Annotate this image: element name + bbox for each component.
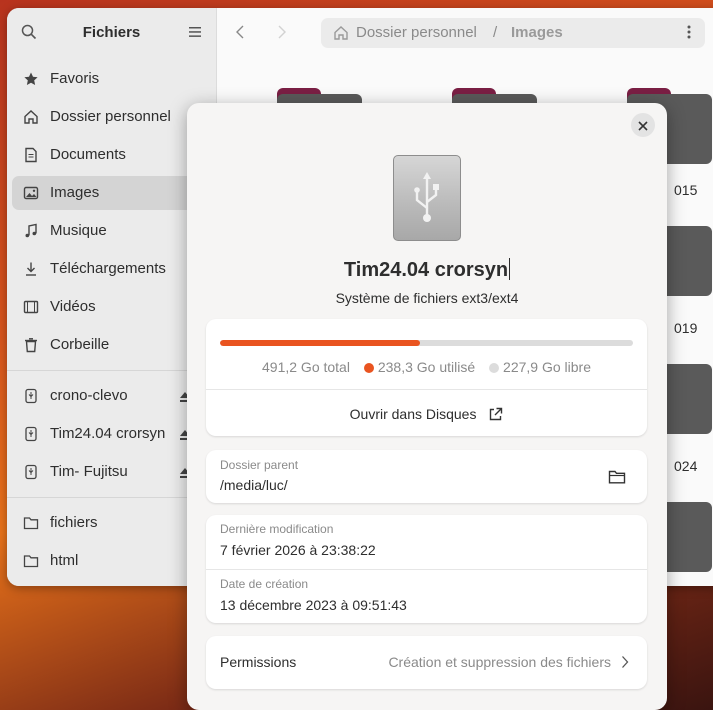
sidebar-title: Fichiers [82,24,141,41]
sidebar-item-label: Tim- Fujitsu [50,463,128,480]
sidebar-item-telechargements[interactable]: Téléchargements [12,252,202,286]
usage-legend: 491,2 Go total 238,3 Go utilisé 227,9 Go… [206,359,647,375]
usage-bar [220,340,633,346]
sidebar-item-label: Documents [50,146,126,163]
parent-folder-label: Dossier parent [220,458,299,472]
sidebar-item-label: crono-clevo [50,387,128,404]
usage-total: 491,2 Go total [262,359,350,375]
folder-icon [23,517,39,530]
sidebar-item-label: Téléchargements [50,260,166,277]
usage-free-entry: 227,9 Go libre [489,359,591,375]
sidebar-item-tim-fujitsu[interactable]: Tim- Fujitsu [12,455,202,489]
sidebar-item-dossier-personnel[interactable]: Dossier personnel [12,100,202,134]
text-cursor [509,258,511,280]
trash-icon [25,338,37,353]
parent-folder-value: /media/luc/ [220,477,288,493]
path-segment-home[interactable]: Dossier personnel [356,24,477,41]
folder-label: 019 [674,320,698,336]
sidebar: Fichiers Favoris Dossier personnel Docum… [7,8,217,586]
sidebar-item-label: Corbeille [50,336,110,353]
parent-folder-card[interactable]: Dossier parent /media/luc/ [206,450,647,503]
sidebar-item-images[interactable]: Images [12,176,202,210]
download-icon [26,262,36,276]
sidebar-item-html[interactable]: html [12,544,202,578]
usage-card: 491,2 Go total 238,3 Go utilisé 227,9 Go… [206,319,647,436]
sidebar-item-fichiers[interactable]: fichiers [12,506,202,540]
sidebar-divider [7,370,216,371]
sidebar-item-label: Vidéos [50,298,96,315]
free-dot-icon [489,363,500,373]
open-folder-icon[interactable] [608,469,626,485]
home-icon [24,110,38,124]
sidebar-item-documents[interactable]: Documents [12,138,202,172]
usb-drive-icon [25,426,37,442]
sidebar-item-musique[interactable]: Musique [12,214,202,248]
sidebar-divider [7,497,216,498]
sidebar-item-label: Images [50,184,100,201]
back-arrow-icon[interactable] [233,24,247,40]
sidebar-item-label: Tim24.04 crorsyn [50,425,166,442]
sidebar-item-label: Dossier personnel [50,108,171,125]
card-divider [206,569,647,570]
permissions-row[interactable]: Permissions Création et suppression des … [206,636,647,689]
usb-drive-icon [25,388,37,404]
usage-used: 238,3 Go utilisé [377,359,476,375]
usage-free: 227,9 Go libre [503,359,591,375]
chevron-right-icon [622,656,629,668]
document-icon [25,147,37,163]
video-icon [23,300,39,314]
folder-icon [23,555,39,568]
sidebar-item-label: Musique [50,222,107,239]
usage-bar-fill [220,340,421,346]
sidebar-header: Fichiers [7,8,216,58]
dates-card: Dernière modification 7 février 2026 à 2… [206,515,647,623]
star-icon [24,72,38,85]
volume-name-field[interactable]: Tim24.04 crorsyn [187,258,667,282]
music-icon [25,223,37,238]
sidebar-item-crono-clevo[interactable]: crono-clevo [12,379,202,413]
more-options-icon[interactable] [687,24,691,40]
sidebar-item-label: fichiers [50,514,98,531]
permissions-label: Permissions [220,654,297,670]
sidebar-item-videos[interactable]: Vidéos [12,290,202,324]
hamburger-menu-icon[interactable] [188,25,202,39]
sidebar-item-corbeille[interactable]: Corbeille [12,328,202,362]
used-dot-icon [363,363,374,373]
usage-used-entry: 238,3 Go utilisé [363,359,476,375]
modified-value: 7 février 2026 à 23:38:22 [220,542,376,558]
filesystem-type: Système de fichiers ext3/ext4 [335,290,519,306]
sidebar-item-label: html [50,552,79,569]
open-in-disks-button[interactable]: Ouvrir dans Disques [206,406,647,422]
modified-label: Dernière modification [220,522,334,536]
created-value: 13 décembre 2023 à 09:51:43 [220,597,407,613]
close-button[interactable] [631,113,655,137]
sidebar-item-label: Favoris [50,70,100,87]
close-icon [638,121,648,131]
created-label: Date de création [220,577,309,591]
sidebar-item-tim2404-crorsyn[interactable]: Tim24.04 crorsyn [12,417,202,451]
volume-name-text: Tim24.04 crorsyn [343,259,509,281]
usb-drive-icon [25,464,37,480]
folder-label: 024 [674,458,698,474]
image-icon [23,186,39,200]
card-divider [206,389,647,390]
home-icon [334,26,348,40]
sidebar-item-favoris[interactable]: Favoris [12,62,202,96]
forward-arrow-icon[interactable] [275,24,289,40]
path-separator: / [493,24,498,41]
open-in-disks-label: Ouvrir dans Disques [349,406,477,422]
pathbar: Dossier personnel / Images [321,18,705,48]
permissions-value: Création et suppression des fichiers [388,654,611,670]
external-link-icon [490,407,503,421]
properties-dialog: Tim24.04 crorsyn Système de fichiers ext… [187,103,667,710]
path-segment-current[interactable]: Images [511,24,563,41]
folder-label: 015 [674,182,698,198]
usb-drive-large-icon [393,155,461,241]
